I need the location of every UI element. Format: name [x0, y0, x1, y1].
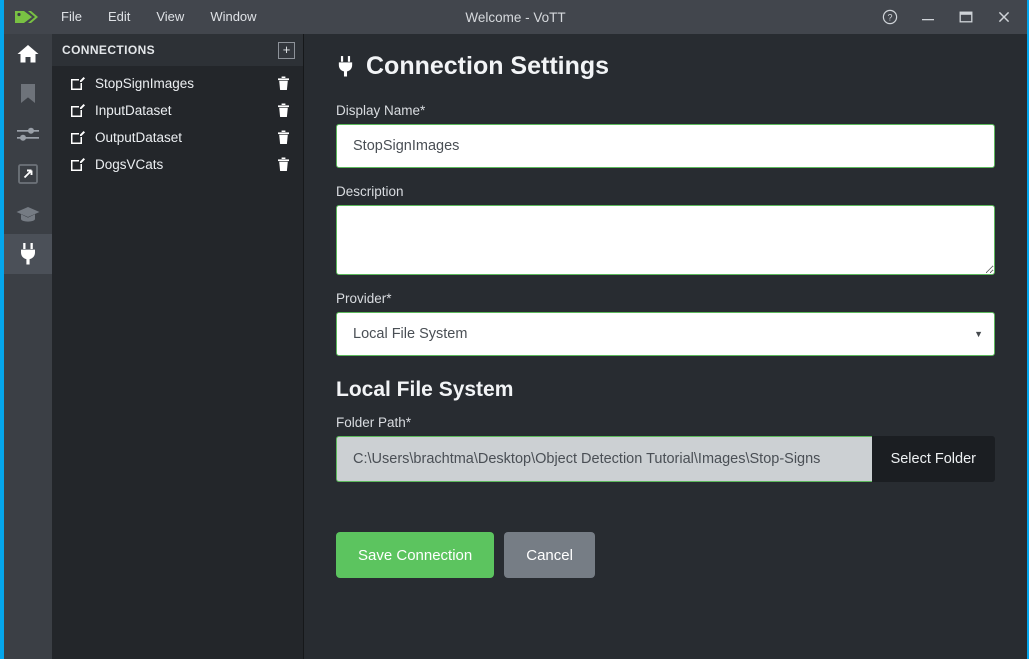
- provider-label: Provider*: [336, 291, 995, 306]
- trash-icon[interactable]: [277, 130, 291, 145]
- save-connection-button[interactable]: Save Connection: [336, 532, 494, 578]
- description-textarea[interactable]: [336, 205, 995, 275]
- bookmark-icon: [19, 83, 37, 105]
- select-folder-button[interactable]: Select Folder: [872, 436, 995, 482]
- home-icon: [16, 43, 40, 65]
- close-button[interactable]: [985, 0, 1023, 34]
- folder-path-input[interactable]: [336, 436, 872, 482]
- description-field: Description: [336, 184, 995, 275]
- graduation-cap-icon: [15, 204, 41, 224]
- sidebar-item-export[interactable]: [4, 154, 52, 194]
- cancel-button[interactable]: Cancel: [504, 532, 595, 578]
- list-item[interactable]: DogsVCats: [52, 151, 303, 178]
- list-item[interactable]: StopSignImages: [52, 70, 303, 97]
- display-name-field: Display Name*: [336, 103, 995, 168]
- window-controls: ?: [871, 0, 1027, 34]
- list-item[interactable]: InputDataset: [52, 97, 303, 124]
- trash-icon[interactable]: [277, 76, 291, 91]
- minimize-icon: [921, 10, 935, 24]
- provider-select[interactable]: [336, 312, 995, 356]
- sidebar-item-settings[interactable]: [4, 114, 52, 154]
- connections-panel: CONNECTIONS + StopSignImages: [52, 34, 304, 659]
- svg-text:?: ?: [887, 12, 892, 22]
- trash-icon[interactable]: [277, 157, 291, 172]
- plug-icon: [18, 242, 38, 266]
- export-arrow-icon: [17, 163, 39, 185]
- connection-name: DogsVCats: [95, 157, 277, 172]
- page-title: Connection Settings: [336, 52, 995, 81]
- edit-square-icon[interactable]: [70, 103, 86, 118]
- edit-square-icon[interactable]: [70, 130, 86, 145]
- provider-select-wrapper: ▼: [336, 312, 995, 356]
- minimize-button[interactable]: [909, 0, 947, 34]
- menu-bar: File Edit View Window: [48, 0, 270, 34]
- menu-item-window[interactable]: Window: [197, 0, 269, 34]
- provider-section-title: Local File System: [336, 378, 995, 402]
- vott-tags-logo-icon: [13, 7, 39, 27]
- connection-settings-form: Connection Settings Display Name* Descri…: [304, 34, 1027, 659]
- add-connection-button[interactable]: +: [278, 42, 295, 59]
- app-body: CONNECTIONS + StopSignImages: [4, 34, 1027, 659]
- display-name-label: Display Name*: [336, 103, 995, 118]
- menu-item-file[interactable]: File: [48, 0, 95, 34]
- sidebar-item-tags[interactable]: [4, 74, 52, 114]
- connection-name: OutputDataset: [95, 130, 277, 145]
- sidebar-item-home[interactable]: [4, 34, 52, 74]
- trash-icon[interactable]: [277, 103, 291, 118]
- maximize-button[interactable]: [947, 0, 985, 34]
- edit-square-icon[interactable]: [70, 157, 86, 172]
- help-button[interactable]: ?: [871, 0, 909, 34]
- sliders-icon: [16, 124, 40, 144]
- app-logo: [4, 0, 48, 34]
- sidebar-item-learning[interactable]: [4, 194, 52, 234]
- description-label: Description: [336, 184, 995, 199]
- help-circle-icon: ?: [882, 9, 898, 25]
- title-bar: File Edit View Window Welcome - VoTT ?: [4, 0, 1027, 34]
- sidebar-item-connections[interactable]: [4, 234, 52, 274]
- menu-item-view[interactable]: View: [143, 0, 197, 34]
- connections-list: StopSignImages: [52, 66, 303, 178]
- maximize-icon: [959, 10, 973, 24]
- form-actions: Save Connection Cancel: [336, 532, 995, 578]
- connections-header: CONNECTIONS +: [52, 34, 303, 66]
- connections-title: CONNECTIONS: [62, 43, 278, 57]
- provider-field: Provider* ▼: [336, 291, 995, 356]
- plug-icon: [336, 54, 355, 79]
- icon-rail: [4, 34, 52, 659]
- menu-item-edit[interactable]: Edit: [95, 0, 143, 34]
- list-item[interactable]: OutputDataset: [52, 124, 303, 151]
- close-icon: [997, 10, 1011, 24]
- display-name-input[interactable]: [336, 124, 995, 168]
- folder-path-label: Folder Path*: [336, 415, 995, 430]
- connection-name: InputDataset: [95, 103, 277, 118]
- page-title-text: Connection Settings: [366, 52, 609, 81]
- folder-path-row: Select Folder: [336, 436, 995, 482]
- edit-square-icon[interactable]: [70, 76, 86, 91]
- connection-name: StopSignImages: [95, 76, 277, 91]
- vott-window: File Edit View Window Welcome - VoTT ?: [0, 0, 1029, 659]
- folder-path-field: Folder Path* Select Folder: [336, 415, 995, 482]
